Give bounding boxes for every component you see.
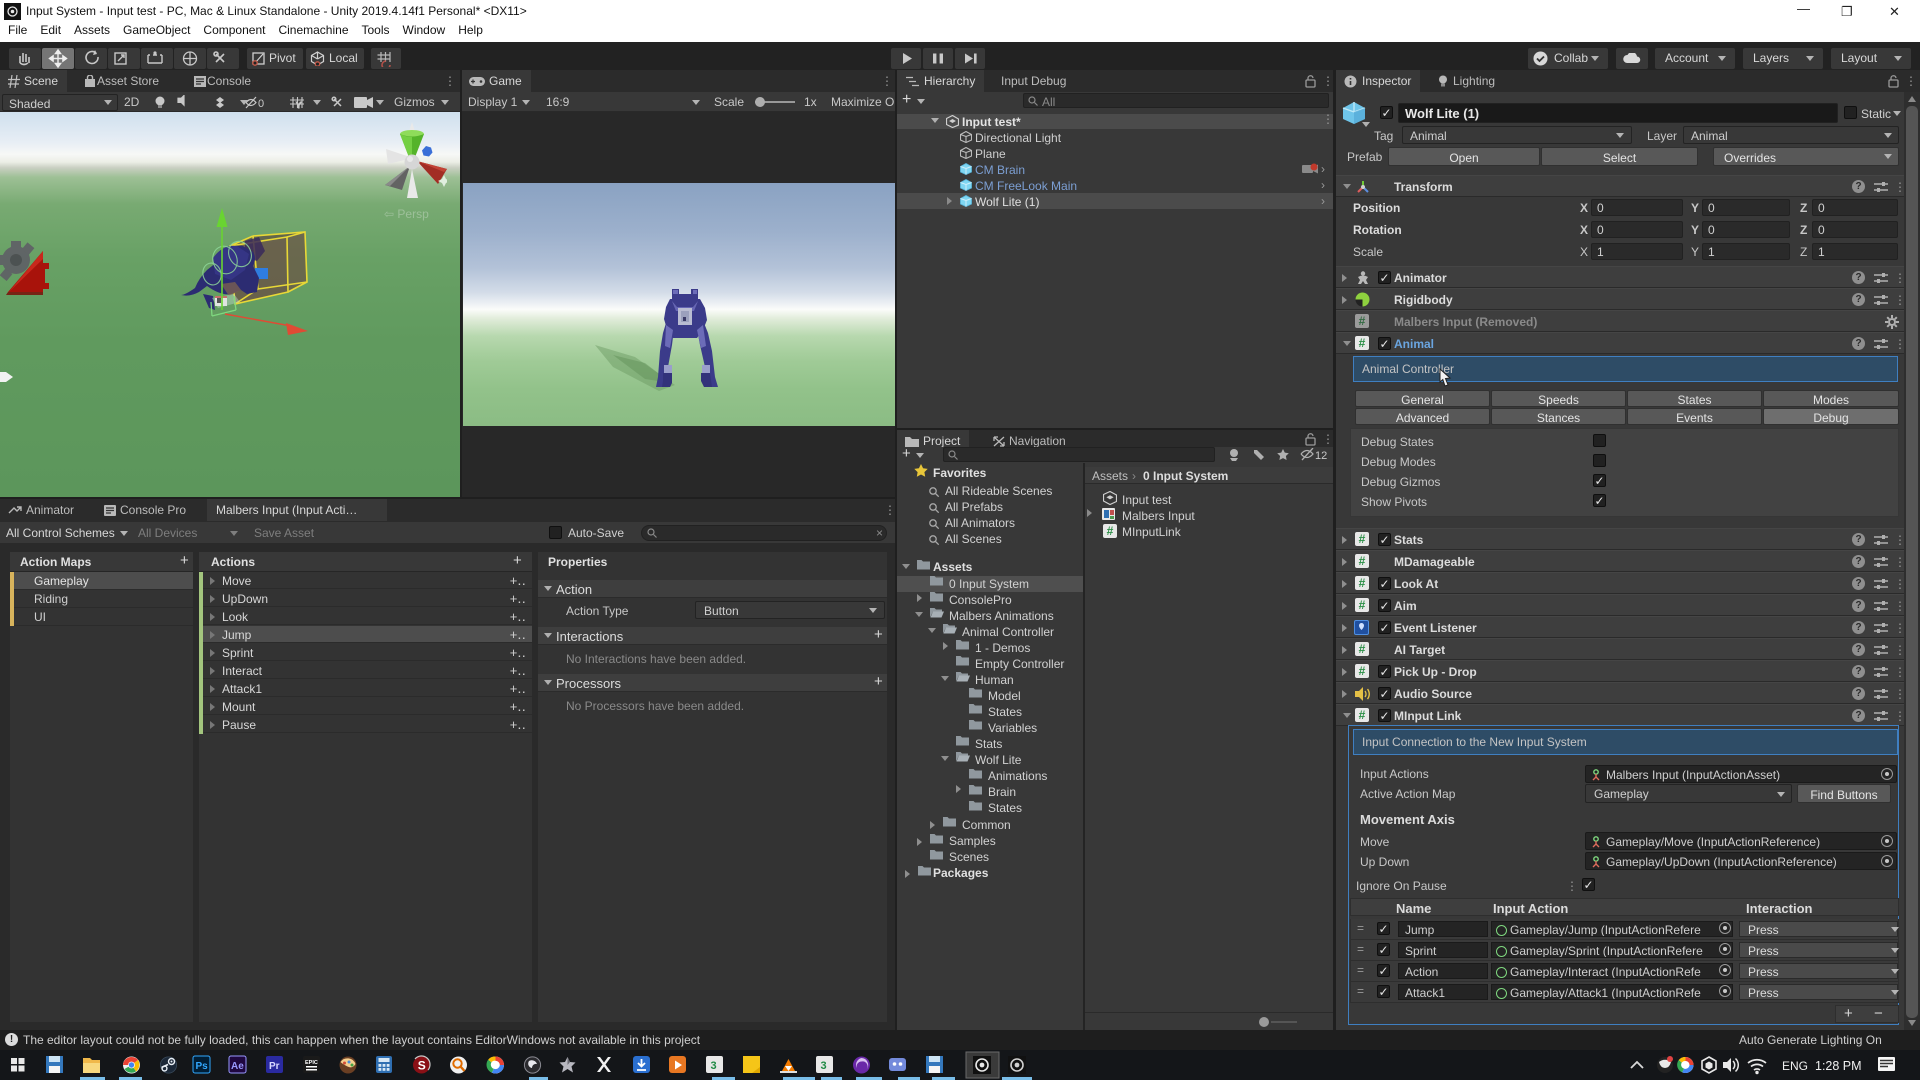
svg-text:0: 0 xyxy=(258,98,264,110)
svg-text:3: 3 xyxy=(821,1060,827,1072)
svg-text:EPIC: EPIC xyxy=(305,1060,318,1066)
svg-text:Pr: Pr xyxy=(269,1061,280,1072)
svg-text:12: 12 xyxy=(1315,450,1327,462)
svg-text:Ae: Ae xyxy=(231,1061,244,1072)
svg-text:3: 3 xyxy=(711,1060,717,1072)
svg-text:Ps: Ps xyxy=(196,1061,209,1072)
svg-text:ENG: ENG xyxy=(1782,1059,1808,1073)
svg-text:Y: Y xyxy=(296,101,302,110)
svg-text:1:28 PM: 1:28 PM xyxy=(1815,1059,1862,1073)
svg-text:S: S xyxy=(418,1059,426,1073)
